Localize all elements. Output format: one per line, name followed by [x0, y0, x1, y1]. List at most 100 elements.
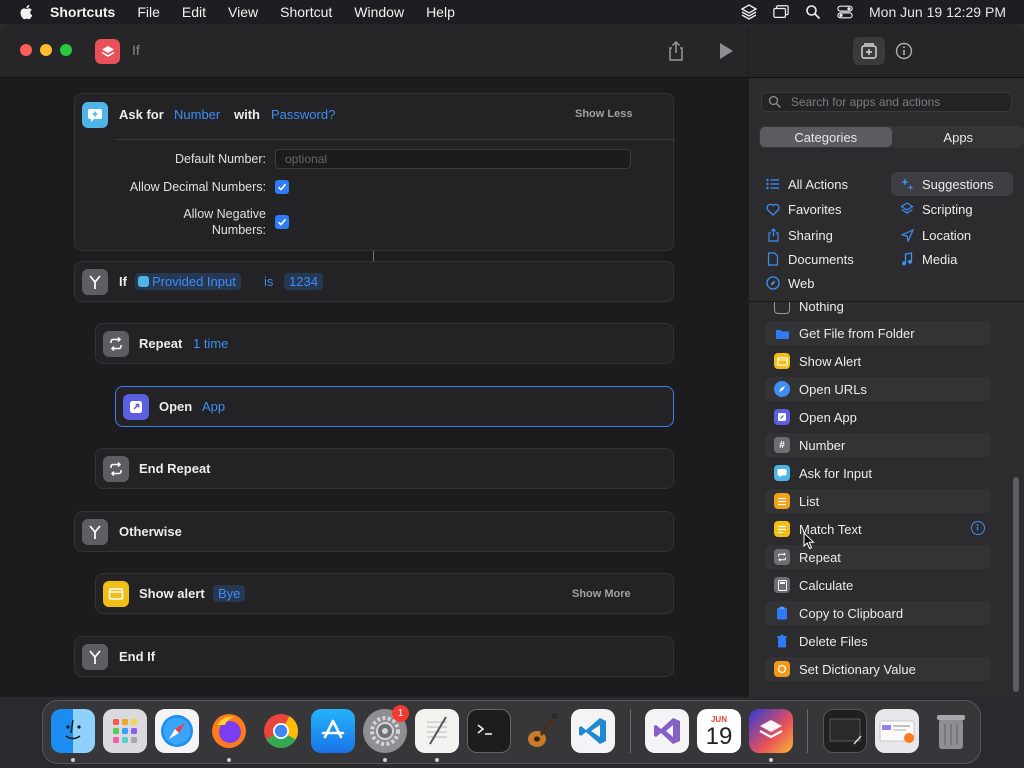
action-number[interactable]: # Number	[765, 433, 991, 457]
menu-view[interactable]: View	[228, 4, 258, 20]
dock-visual-studio-icon[interactable]	[645, 709, 689, 753]
show-alert-action[interactable]: Show alert Bye Show More	[95, 573, 674, 614]
category-media[interactable]: Media	[899, 247, 957, 271]
alert-text-token[interactable]: Bye	[213, 585, 246, 602]
control-center-icon[interactable]	[837, 4, 853, 20]
action-library-sidebar: Categories Apps All Actions Favorites Sh…	[749, 25, 1024, 697]
dock-finder-icon[interactable]	[51, 709, 95, 753]
run-shortcut-icon[interactable]	[718, 42, 734, 60]
action-delete-files[interactable]: Delete Files	[765, 629, 991, 653]
share-icon[interactable]	[666, 40, 686, 62]
category-scripting[interactable]: Scripting	[899, 197, 973, 221]
provided-input-token[interactable]: Provided Input	[135, 273, 241, 290]
action-match-text[interactable]: Match Text	[765, 517, 991, 541]
dock-textedit-icon[interactable]	[415, 709, 459, 753]
show-less-button[interactable]: Show Less	[575, 108, 632, 120]
action-list-item[interactable]: List	[765, 489, 991, 513]
default-number-input[interactable]	[276, 150, 630, 168]
menu-help[interactable]: Help	[426, 4, 455, 20]
action-calculate[interactable]: Calculate	[765, 573, 991, 597]
category-location[interactable]: Location	[899, 223, 971, 247]
action-get-file-from-folder[interactable]: Get File from Folder	[765, 321, 991, 345]
category-label: Sharing	[788, 227, 833, 243]
ask-for-input-action[interactable]: Ask for Number with Password? Show Less …	[74, 93, 675, 251]
zoom-window-button[interactable]	[60, 44, 72, 56]
category-sharing[interactable]: Sharing	[765, 223, 833, 247]
action-nothing[interactable]: Nothing	[765, 302, 991, 318]
minimize-window-button[interactable]	[40, 44, 52, 56]
is-condition-token[interactable]: is	[264, 274, 273, 289]
action-copy-to-clipboard[interactable]: Copy to Clipboard	[765, 601, 991, 625]
action-label: List	[799, 493, 820, 509]
menubar-clock[interactable]: Mon Jun 19 12:29 PM	[869, 4, 1006, 20]
compare-value-token[interactable]: 1234	[284, 273, 323, 290]
menu-shortcut[interactable]: Shortcut	[280, 4, 332, 20]
dock-chrome-icon[interactable]	[259, 709, 303, 753]
default-number-field[interactable]	[275, 149, 631, 169]
category-favorites[interactable]: Favorites	[765, 197, 841, 221]
action-open-app[interactable]: Open App	[765, 405, 991, 429]
dock-finder-window-icon[interactable]	[875, 709, 919, 753]
allow-decimal-checkbox[interactable]	[275, 180, 289, 194]
close-window-button[interactable]	[20, 44, 32, 56]
end-repeat-action[interactable]: End Repeat	[95, 448, 674, 489]
category-documents[interactable]: Documents	[765, 247, 854, 271]
dock-calendar-icon[interactable]: JUN 19	[697, 709, 741, 753]
dock-trash-icon[interactable]	[929, 709, 973, 753]
shortcuts-status-icon[interactable]	[741, 4, 758, 20]
library-segmented-control: Categories Apps	[759, 126, 1024, 148]
action-repeat[interactable]: Repeat	[765, 545, 991, 569]
details-info-icon[interactable]	[895, 42, 913, 60]
menu-window[interactable]: Window	[354, 4, 404, 20]
allow-negative-checkbox[interactable]	[275, 215, 289, 229]
action-show-alert[interactable]: Show Alert	[765, 349, 991, 373]
end-if-action[interactable]: End If	[74, 636, 674, 677]
otherwise-action[interactable]: Otherwise	[74, 511, 674, 552]
spotlight-search-icon[interactable]	[805, 4, 821, 20]
action-set-dictionary-value[interactable]: Set Dictionary Value	[765, 657, 991, 681]
repeat-action[interactable]: Repeat 1 time	[95, 323, 674, 364]
shortcut-glyph-icon[interactable]	[95, 39, 120, 64]
dock-garageband-icon[interactable]	[519, 709, 563, 753]
dock-screenshot-thumbnail-icon[interactable]	[823, 709, 867, 753]
action-library-button[interactable]	[853, 37, 885, 65]
dock-shortcuts-icon[interactable]	[749, 709, 793, 753]
category-web[interactable]: Web	[765, 271, 815, 295]
apple-menu-icon[interactable]	[18, 3, 36, 21]
window-switcher-icon[interactable]	[773, 4, 789, 20]
menu-file[interactable]: File	[137, 4, 160, 20]
category-all-actions[interactable]: All Actions	[765, 172, 848, 196]
tab-categories[interactable]: Categories	[760, 127, 892, 147]
folder-icon	[774, 325, 790, 341]
open-app-action[interactable]: Open App	[115, 386, 674, 427]
menu-app-name[interactable]: Shortcuts	[50, 4, 115, 20]
dock-launchpad-icon[interactable]	[103, 709, 147, 753]
running-indicator	[383, 758, 387, 762]
app-token[interactable]: App	[202, 399, 225, 414]
dictionary-icon	[774, 661, 790, 677]
shortcut-title[interactable]: If	[132, 42, 140, 58]
action-search-field[interactable]	[761, 92, 1012, 112]
dock-safari-icon[interactable]	[155, 709, 199, 753]
ask-for-label: Ask for	[119, 107, 164, 122]
input-type-token[interactable]: Number	[174, 107, 220, 122]
action-ask-for-input[interactable]: Ask for Input	[765, 461, 991, 485]
category-suggestions[interactable]: Suggestions	[891, 172, 1013, 196]
dock-firefox-icon[interactable]	[207, 709, 251, 753]
menu-edit[interactable]: Edit	[182, 4, 206, 20]
password-token[interactable]: Password?	[271, 107, 335, 122]
if-action[interactable]: If Provided Input is 1234	[74, 261, 674, 302]
end-if-label: End If	[119, 649, 156, 664]
share-square-icon	[765, 227, 781, 243]
dock-app-store-icon[interactable]	[311, 709, 355, 753]
tab-apps[interactable]: Apps	[893, 126, 1024, 148]
action-open-urls[interactable]: Open URLs	[765, 377, 991, 401]
dock-vscode-icon[interactable]	[571, 709, 615, 753]
dock-terminal-icon[interactable]	[467, 709, 511, 753]
show-more-button[interactable]: Show More	[572, 588, 631, 600]
action-info-icon[interactable]	[971, 521, 985, 535]
action-list-scrollbar[interactable]	[1013, 477, 1019, 692]
action-search-input[interactable]	[788, 94, 1011, 110]
repeat-count-token[interactable]: 1 time	[193, 336, 228, 351]
category-label: Scripting	[922, 201, 973, 217]
